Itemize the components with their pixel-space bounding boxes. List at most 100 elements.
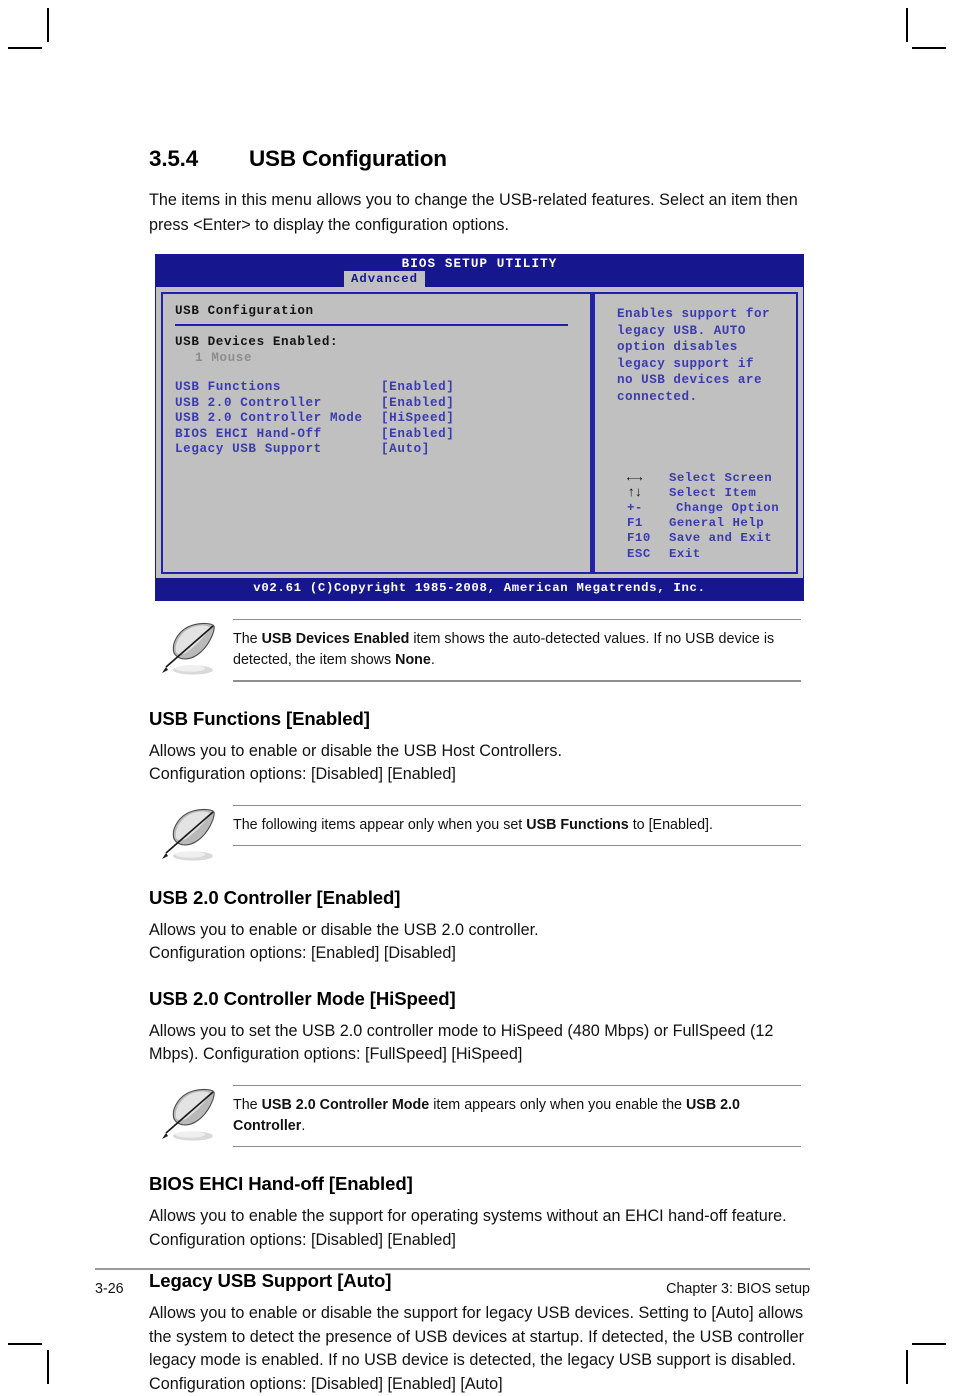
key-legend-action: Save and Exit	[669, 531, 773, 546]
bios-item-label: BIOS EHCI Hand-Off	[175, 426, 322, 441]
heading-usb-20-controller: USB 2.0 Controller [Enabled]	[149, 886, 401, 908]
crop-mark-bottom-left-horizontal	[8, 1343, 42, 1345]
bios-item-value: [HiSpeed]	[381, 411, 455, 426]
note-rules: The following items appear only when you…	[233, 804, 809, 847]
note-text-bold: USB 2.0 Controller Mode	[261, 1096, 430, 1113]
bios-main-panel: USB Configuration USB Devices Enabled: 1…	[161, 292, 590, 574]
note-box-usb-functions: The following items appear only when you…	[149, 804, 809, 865]
heading-usb-functions: USB Functions [Enabled]	[149, 707, 370, 729]
note-rules: The USB Devices Enabled item shows the a…	[233, 618, 809, 682]
plus-minus-icon: +-	[627, 500, 643, 515]
page-title: 3.5.4 USB Configuration	[149, 146, 809, 172]
note-bottom-rule	[233, 844, 801, 847]
key-legend-action: Change Option	[676, 500, 780, 515]
bios-body: USB Configuration USB Devices Enabled: 1…	[156, 287, 803, 578]
note-text-bold: None	[395, 652, 431, 669]
body-usb-20-controller-mode: Allows you to set the USB 2.0 controller…	[149, 1021, 774, 1064]
bios-utility-title: BIOS SETUP UTILITY	[401, 257, 558, 271]
usb-devices-enabled-value: 1 Mouse	[195, 350, 253, 365]
note-text: The USB Devices Enabled item shows the a…	[233, 620, 793, 680]
key-legend-key: ESC	[627, 546, 651, 561]
bios-item-label: USB 2.0 Controller	[175, 395, 322, 410]
body-legacy-usb-support: Allows you to enable or disable the supp…	[149, 1304, 805, 1393]
bios-setup-screenshot: BIOS SETUP UTILITY Advanced USB Configur…	[155, 254, 804, 601]
up-down-arrow-icon: ↑↓	[627, 485, 642, 501]
note-rules: The USB 2.0 Controller Mode item appears…	[233, 1084, 809, 1148]
bios-tab-row: Advanced	[156, 271, 803, 287]
note-text: The USB 2.0 Controller Mode item appears…	[233, 1086, 793, 1146]
section-number: 3.5.4	[149, 146, 199, 171]
crop-mark-top-right-vertical	[906, 8, 908, 42]
body-bios-ehci-hand-off: Allows you to enable the support for ope…	[149, 1207, 787, 1249]
note-text-pre: The following items appear only when you…	[233, 816, 527, 833]
note-text-mid: item appears only when you enable the	[429, 1096, 686, 1113]
quill-pen-icon	[162, 1088, 215, 1141]
note-text: The following items appear only when you…	[233, 806, 793, 845]
footer-chapter-label: Chapter 3: BIOS setup	[666, 1281, 810, 1298]
page-content: 3.5.4 USB Configuration The items in thi…	[149, 146, 809, 1396]
manual-page: 3.5.4 USB Configuration The items in thi…	[0, 0, 954, 1393]
note-text-post: .	[301, 1117, 306, 1134]
note-box-usb-20-controller-mode: The USB 2.0 Controller Mode item appears…	[149, 1084, 809, 1148]
section-title: USB Configuration	[249, 146, 447, 171]
bios-item-usb-2-0-controller[interactable]: USB 2.0 Controller [Enabled]	[175, 396, 590, 412]
tab-advanced[interactable]: Advanced	[344, 271, 426, 287]
bios-titlebar: BIOS SETUP UTILITY Advanced	[156, 255, 803, 287]
quill-pen-icon	[162, 808, 215, 861]
bios-item-value: [Enabled]	[381, 395, 455, 410]
note-bottom-rule	[233, 1145, 801, 1148]
bios-item-usb-2-0-controller-mode[interactable]: USB 2.0 Controller Mode [HiSpeed]	[175, 411, 590, 427]
key-legend-key: F10	[627, 531, 651, 546]
bios-item-legacy-usb-support[interactable]: Legacy USB Support [Auto]	[175, 442, 590, 458]
bios-panel-divider	[175, 324, 568, 326]
footer-page-number: 3-26	[95, 1281, 124, 1298]
body-usb-functions: Allows you to enable or disable the USB …	[149, 741, 562, 784]
key-legend-action: Select Item	[669, 485, 757, 500]
section-intro: The items in this menu allows you to cha…	[149, 191, 798, 234]
key-legend-row: ←→ Select Screen	[627, 471, 796, 486]
key-legend-action: General Help	[669, 516, 765, 531]
crop-mark-top-left-horizontal	[8, 47, 42, 49]
bios-item-value: [Enabled]	[381, 426, 455, 441]
crop-mark-top-left-vertical	[47, 8, 49, 42]
crop-mark-bottom-left-vertical	[47, 1350, 49, 1384]
heading-bios-ehci-hand-off: BIOS EHCI Hand-off [Enabled]	[149, 1173, 413, 1195]
bios-item-usb-functions[interactable]: USB Functions [Enabled]	[175, 380, 590, 396]
note-box-usb-devices: The USB Devices Enabled item shows the a…	[149, 618, 809, 682]
body-usb-20-controller: Allows you to enable or disable the USB …	[149, 920, 539, 963]
heading-usb-20-controller-mode: USB 2.0 Controller Mode [HiSpeed]	[149, 987, 456, 1009]
key-legend-row: F1 General Help	[627, 516, 796, 531]
quill-pen-icon	[162, 622, 215, 675]
bios-item-value: [Auto]	[381, 442, 430, 457]
bios-item-label: Legacy USB Support	[175, 442, 322, 457]
note-text-pre: The	[233, 1096, 262, 1113]
left-right-arrow-icon: ←→	[627, 470, 642, 486]
note-text-post: to [Enabled].	[628, 816, 713, 833]
bios-copyright-footer: v02.61 (C)Copyright 1985-2008, American …	[156, 577, 803, 600]
crop-mark-bottom-right-horizontal	[912, 1343, 946, 1345]
key-legend-row: F10 Save and Exit	[627, 531, 796, 546]
bios-item-bios-ehci-hand-off[interactable]: BIOS EHCI Hand-Off [Enabled]	[175, 427, 590, 443]
note-bottom-rule	[233, 680, 801, 682]
bios-help-text: Enables support for legacy USB. AUTO opt…	[617, 307, 771, 404]
note-text-pre: The	[233, 631, 262, 648]
key-legend-row: ESC Exit	[627, 547, 796, 562]
crop-mark-top-right-horizontal	[912, 47, 946, 49]
key-legend-action: Exit	[669, 546, 701, 561]
key-legend-key: F1	[627, 516, 643, 531]
bios-item-value: [Enabled]	[381, 380, 455, 394]
note-text-bold: USB Devices Enabled	[261, 631, 410, 648]
bios-panel-title: USB Configuration	[175, 304, 314, 318]
bios-item-label: USB Functions	[175, 380, 282, 394]
page-footer: 3-26 Chapter 3: BIOS setup	[95, 1268, 810, 1297]
key-legend-row: +- Change Option	[627, 501, 796, 516]
bios-item-list: USB Functions [Enabled] USB 2.0 Controll…	[175, 380, 590, 458]
note-text-post: .	[430, 652, 435, 669]
key-legend-action: Select Screen	[669, 470, 773, 485]
usb-devices-enabled-label: USB Devices Enabled:	[175, 335, 339, 349]
bios-key-legend: ←→ Select Screen ↑↓ Select Item +- Chang…	[617, 471, 796, 562]
bios-item-label: USB 2.0 Controller Mode	[175, 411, 363, 426]
note-text-bold: USB Functions	[526, 816, 629, 833]
footer-divider	[95, 1268, 810, 1271]
key-legend-row: ↑↓ Select Item	[627, 486, 796, 501]
